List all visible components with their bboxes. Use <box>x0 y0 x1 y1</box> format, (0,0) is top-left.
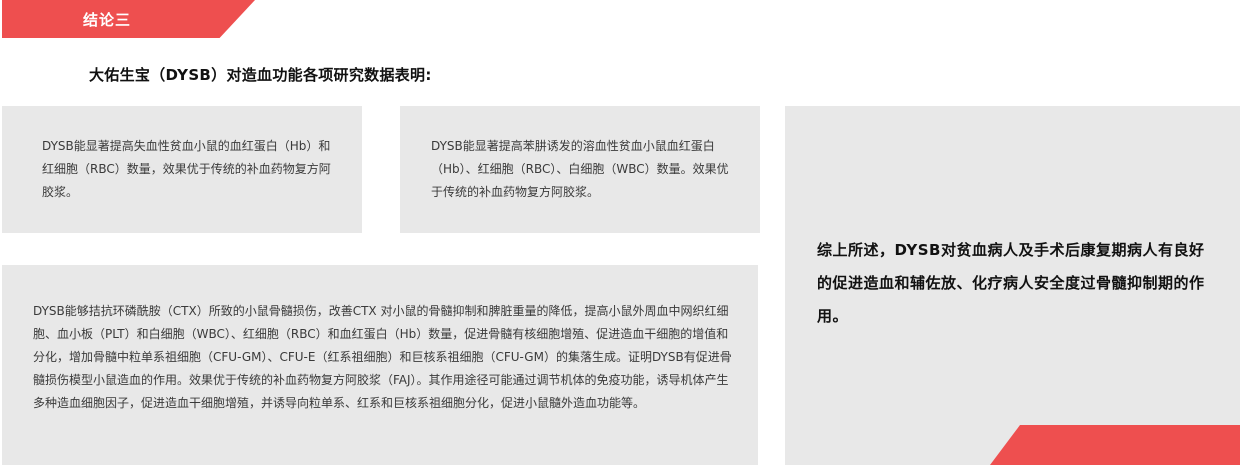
summary-card: 综上所述，DYSB对贫血病人及手术后康复期病人有良好的促进造血和辅佐放、化疗病人… <box>785 106 1240 465</box>
section-banner-label: 结论三 <box>83 11 132 29</box>
page-heading: 大佑生宝（DYSB）对造血功能各项研究数据表明: <box>89 66 432 84</box>
finding-text-2: DYSB能显著提高苯肼诱发的溶血性贫血小鼠血红蛋白（Hb）、红细胞（RBC）、白… <box>431 139 729 199</box>
finding-card-2: DYSB能显著提高苯肼诱发的溶血性贫血小鼠血红蛋白（Hb）、红细胞（RBC）、白… <box>400 106 760 233</box>
finding-card-3: DYSB能够拮抗环磷酰胺（CTX）所致的小鼠骨髓损伤，改善CTX 对小鼠的骨髓抑… <box>2 265 758 465</box>
summary-text: 综上所述，DYSB对贫血病人及手术后康复期病人有良好的促进造血和辅佐放、化疗病人… <box>817 241 1205 325</box>
finding-card-1: DYSB能显著提高失血性贫血小鼠的血红蛋白（Hb）和红细胞（RBC）数量，效果优… <box>2 106 362 233</box>
finding-text-1: DYSB能显著提高失血性贫血小鼠的血红蛋白（Hb）和红细胞（RBC）数量，效果优… <box>42 139 331 199</box>
finding-text-3: DYSB能够拮抗环磷酰胺（CTX）所致的小鼠骨髓损伤，改善CTX 对小鼠的骨髓抑… <box>33 304 732 410</box>
corner-accent <box>990 425 1240 465</box>
